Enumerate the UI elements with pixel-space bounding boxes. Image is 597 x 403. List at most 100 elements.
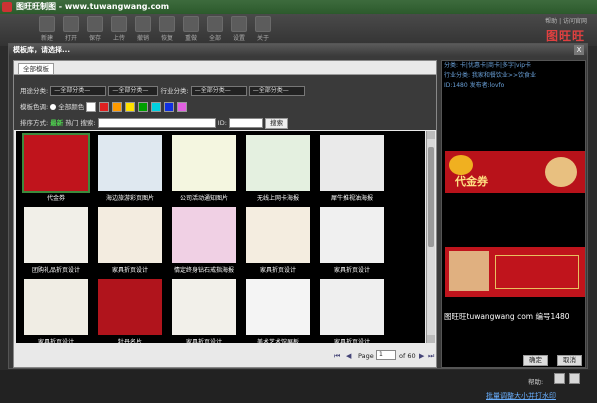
brand-logo: 图旺旺: [545, 29, 585, 43]
cancel-button[interactable]: 取消: [557, 355, 582, 366]
page-label: Page: [358, 352, 374, 360]
template-thumbnail: [320, 135, 384, 191]
template-item[interactable]: 家具折页设计: [318, 277, 386, 343]
close-button[interactable]: X: [574, 45, 584, 55]
page-input[interactable]: 1: [376, 350, 396, 360]
toolbar-button-2[interactable]: 保存: [84, 16, 106, 42]
all-colors-radio[interactable]: [50, 104, 57, 110]
color-swatch-1[interactable]: [99, 102, 110, 112]
template-caption: 家具折页设计: [37, 339, 74, 343]
id-input[interactable]: [229, 118, 263, 128]
template-item[interactable]: 家具折页设计: [22, 277, 90, 343]
color-swatch-5[interactable]: [151, 102, 162, 112]
sort-newest[interactable]: 最新: [50, 119, 63, 127]
template-item[interactable]: 家具折页设计: [170, 277, 238, 343]
toolbar-label: 上传: [112, 35, 125, 42]
toolbar-icon: [63, 16, 79, 32]
template-thumbnail: [320, 207, 384, 263]
template-thumbnail: [246, 207, 310, 263]
template-item[interactable]: 家具折页设计: [318, 205, 386, 275]
toolbar-icon: [183, 16, 199, 32]
color-swatch-0[interactable]: [86, 102, 97, 112]
toolbar-icon: [87, 16, 103, 32]
template-thumbnail: [98, 207, 162, 263]
toolbar-icon: [207, 16, 223, 32]
toolbar-button-1[interactable]: 打开: [60, 16, 82, 42]
template-item[interactable]: 美术艺术馆展板: [244, 277, 312, 343]
preview-image-back: [445, 247, 585, 297]
pagination: ⏮ ◀ Page 1 of 60 ▶ ⏭: [14, 345, 436, 367]
toolbar-button-8[interactable]: 设置: [228, 16, 250, 42]
toolbar-button-5[interactable]: 恢复: [156, 16, 178, 42]
ok-button[interactable]: 确定: [523, 355, 548, 366]
preview-title: 代金券: [455, 175, 488, 188]
template-caption: 海边旅游彩页图片: [105, 195, 154, 202]
industry-category-select-2[interactable]: —全部分类—: [248, 86, 305, 96]
toolbar-button-4[interactable]: 撤销: [132, 16, 154, 42]
template-thumbnail: [246, 279, 310, 335]
template-item[interactable]: 情定终身钻石戒指海报: [170, 205, 238, 275]
preview-image: 代金券: [445, 151, 585, 193]
template-item[interactable]: 家具折页设计: [96, 205, 164, 275]
text-block-icon: [495, 255, 579, 289]
color-swatch-2[interactable]: [112, 102, 123, 112]
first-page-icon[interactable]: ⏮: [334, 352, 340, 361]
id-label: ID:: [217, 119, 227, 127]
template-item[interactable]: 海边旅游彩页图片: [96, 133, 164, 203]
help-qq-icon[interactable]: [554, 373, 565, 384]
top-links[interactable]: 帮助 | 访问官网: [545, 16, 587, 25]
tab-all-templates[interactable]: 全部模板: [18, 63, 54, 74]
industry-category-label: 行业分类:: [160, 87, 189, 95]
last-page-icon[interactable]: ⏭: [428, 352, 434, 361]
grid-scrollbar[interactable]: [426, 131, 435, 343]
sort-popular[interactable]: 热门: [65, 119, 78, 127]
color-swatch-6[interactable]: [164, 102, 175, 112]
toolbar-label: 全部: [208, 35, 221, 42]
template-caption: 美术艺术馆展板: [256, 339, 299, 343]
search-input[interactable]: [97, 118, 216, 128]
toolbar-label: 打开: [64, 35, 77, 42]
color-tone-label: 模板色调:: [20, 103, 49, 111]
toolbar-button-0[interactable]: 新建: [36, 16, 58, 42]
color-swatch-4[interactable]: [138, 102, 149, 112]
scroll-thumb[interactable]: [428, 147, 434, 247]
help-user-icon[interactable]: [569, 373, 580, 384]
toolbar-button-6[interactable]: 重做: [180, 16, 202, 42]
template-caption: 团购礼品折页设计: [31, 267, 80, 274]
color-swatch-7[interactable]: [177, 102, 188, 112]
color-swatch-3[interactable]: [125, 102, 136, 112]
batch-watermark-link[interactable]: 批量调整大小并打水印: [486, 391, 556, 401]
toolbar-button-3[interactable]: 上传: [108, 16, 130, 42]
template-caption: 家具折页设计: [333, 267, 370, 274]
dialog-title: 模板库，请选择...: [9, 44, 587, 56]
template-item[interactable]: 犀牛推视油海报: [318, 133, 386, 203]
template-item[interactable]: 团购礼品折页设计: [22, 205, 90, 275]
template-item[interactable]: 家具折页设计: [244, 205, 312, 275]
use-category-select-1[interactable]: —全部分类—: [50, 86, 107, 96]
template-thumbnail: [98, 279, 162, 335]
sort-label: 排序方式:: [20, 119, 49, 127]
toolbar-icon: [111, 16, 127, 32]
template-item[interactable]: 无线上网卡海报: [244, 133, 312, 203]
industry-category-select-1[interactable]: —全部分类—: [190, 86, 247, 96]
template-thumbnail: [172, 135, 236, 191]
toolbar-icon: [231, 16, 247, 32]
prev-page-icon[interactable]: ◀: [346, 352, 351, 360]
template-item[interactable]: 代金券: [22, 133, 90, 203]
title-bar: 图旺旺制图 - www.tuwangwang.com: [0, 0, 597, 14]
app-title: 图旺旺制图 - www.tuwangwang.com: [16, 2, 170, 11]
scroll-down-icon[interactable]: [427, 335, 435, 343]
scroll-up-icon[interactable]: [427, 131, 435, 139]
toolbar-button-7[interactable]: 全部: [204, 16, 226, 42]
template-thumbnail: [24, 207, 88, 263]
next-page-icon[interactable]: ▶: [419, 352, 424, 360]
template-thumbnail: [22, 133, 90, 193]
template-thumbnail: [98, 135, 162, 191]
template-item[interactable]: 牡丹名片: [96, 277, 164, 343]
use-category-select-2[interactable]: —全部分类—: [108, 86, 159, 96]
toolbar-button-9[interactable]: 关于: [252, 16, 274, 42]
template-item[interactable]: 公司活动通知图片: [170, 133, 238, 203]
template-caption: 公司活动通知图片: [179, 195, 228, 202]
toolbar: 新建 打开 保存 上传 撤销 恢复 重做 全部 设置 关于: [0, 14, 597, 46]
search-button[interactable]: 搜索: [265, 117, 289, 129]
